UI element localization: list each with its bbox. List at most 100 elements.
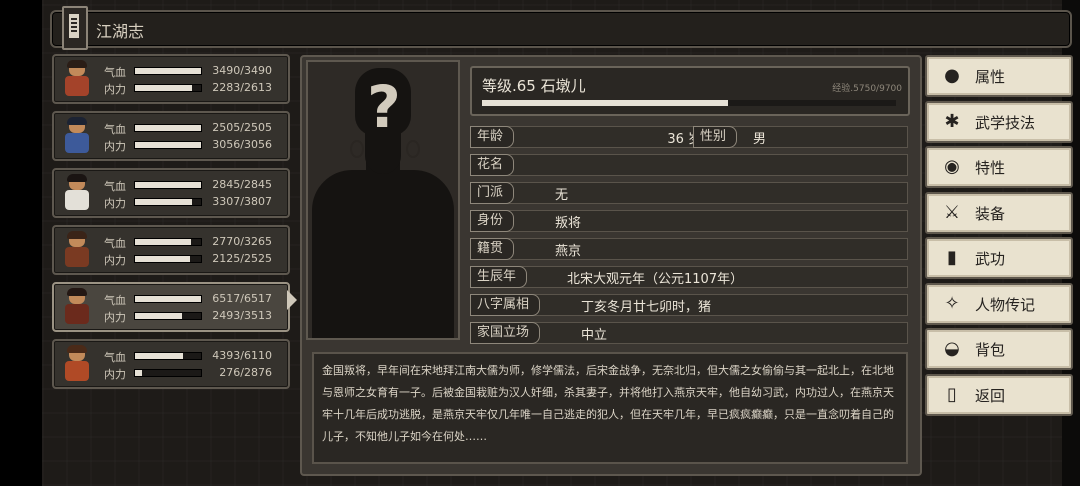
info-value: 男: [753, 132, 767, 147]
avatar-hair: [67, 288, 87, 296]
info-row: 家国立场 中立: [470, 322, 908, 344]
trait-icon: ◉: [944, 156, 960, 177]
menu-label: 特性: [975, 159, 1006, 177]
info-label: 性别: [693, 126, 738, 148]
level-name: 等级.65 石墩儿: [482, 77, 586, 95]
mp-label: 内力: [104, 83, 126, 96]
hp-value: 2770/3265: [212, 235, 272, 248]
avatar-body: [65, 133, 89, 153]
menu-button[interactable]: ▮ 武功: [925, 237, 1073, 279]
mp-bar: [134, 369, 202, 377]
mp-bar-fill: [135, 142, 201, 148]
mp-bar-fill: [135, 370, 142, 376]
mp-value: 2283/2613: [212, 81, 272, 94]
book-icon: ▮: [947, 247, 957, 268]
unknown-question-icon: ?: [367, 73, 401, 141]
member-avatar: [60, 117, 94, 155]
party-member-card[interactable]: 气血 2845/2845 内力 3307/3807: [52, 168, 290, 218]
info-label: 八字属相: [470, 294, 541, 316]
info-label: 花名: [470, 154, 515, 176]
mp-bar: [134, 198, 202, 206]
hp-bar-fill: [135, 239, 192, 245]
info-value: 燕京: [555, 244, 582, 259]
mp-bar: [134, 312, 202, 320]
menu-label: 属性: [975, 68, 1006, 86]
avatar-body: [65, 190, 89, 210]
info-value: 中立: [581, 328, 608, 343]
hp-bar-fill: [135, 353, 183, 359]
character-portrait: ?: [306, 60, 460, 340]
info-label: 门派: [470, 182, 515, 204]
info-row: 八字属相 丁亥冬月廿七卯时，猪: [470, 294, 908, 316]
book-icon: [62, 6, 88, 50]
exp-text: 经验.5750/9700: [832, 84, 902, 94]
mp-value: 276/2876: [219, 366, 272, 379]
party-member-card[interactable]: 气血 3490/3490 内力 2283/2613: [52, 54, 290, 104]
info-label: 家国立场: [470, 322, 541, 344]
mp-label: 内力: [104, 311, 126, 324]
exp-bar-fill: [482, 100, 728, 106]
martial-skill-icon: ✱: [944, 110, 960, 132]
avatar-hair: [67, 117, 87, 125]
earring-icon: [350, 140, 364, 158]
door-icon: ▯: [947, 383, 957, 405]
hp-bar: [134, 238, 202, 246]
hp-bar: [134, 295, 202, 303]
earring-icon: [406, 140, 420, 158]
hp-bar: [134, 67, 202, 75]
party-member-card[interactable]: 气血 2770/3265 内力 2125/2525: [52, 225, 290, 275]
mp-value: 3307/3807: [212, 195, 272, 208]
hp-label: 气血: [104, 294, 126, 307]
mp-bar: [134, 255, 202, 263]
member-avatar: [60, 345, 94, 383]
mp-label: 内力: [104, 197, 126, 210]
hp-bar-fill: [135, 125, 201, 131]
hp-bar-fill: [135, 182, 201, 188]
menu-label: 背包: [975, 341, 1006, 359]
menu-button[interactable]: ◉ 特性: [925, 146, 1073, 188]
menu-button[interactable]: ✧ 人物传记: [925, 282, 1073, 325]
hp-value: 4393/6110: [212, 349, 272, 362]
menu-button[interactable]: ● 属性: [925, 55, 1073, 97]
title-bar: 江湖志: [50, 6, 1072, 50]
hp-bar-fill: [135, 296, 201, 302]
menu-button[interactable]: ⚔ 装备: [925, 191, 1073, 234]
exp-bar: [482, 100, 896, 106]
hp-bar-fill: [135, 68, 201, 74]
hp-label: 气血: [104, 237, 126, 250]
biography-text: 金国叛将，早年间在宋地拜江南大儒为师，修学儒法，后宋金战争，无奈北归，但大儒之女…: [322, 364, 894, 443]
menu-label: 装备: [975, 204, 1006, 223]
member-avatar: [60, 174, 94, 212]
info-row: 籍贯 燕京: [470, 238, 908, 260]
mp-label: 内力: [104, 254, 126, 267]
party-member-card[interactable]: 气血 2505/2505 内力 3056/3056: [52, 111, 290, 161]
hp-bar: [134, 181, 202, 189]
menu-button[interactable]: ▯ 返回: [925, 373, 1073, 416]
mp-label: 内力: [104, 140, 126, 153]
silhouette-body: [312, 170, 454, 338]
level-box: 等级.65 石墩儿 经验.5750/9700: [470, 66, 910, 116]
menu-button[interactable]: ✱ 武学技法: [925, 100, 1073, 143]
info-value: 叛将: [555, 216, 582, 231]
party-member-card[interactable]: 气血 6517/6517 内力 2493/3513: [52, 282, 290, 332]
party-member-card[interactable]: 气血 4393/6110 内力 276/2876: [52, 339, 290, 389]
hp-label: 气血: [104, 351, 126, 364]
mp-bar-fill: [135, 313, 182, 319]
biography-box: 金国叛将，早年间在宋地拜江南大儒为师，修学儒法，后宋金战争，无奈北归，但大儒之女…: [312, 352, 908, 464]
mp-bar-fill: [135, 199, 193, 205]
avatar-hair: [67, 60, 87, 68]
member-avatar: [60, 60, 94, 98]
mp-bar-fill: [135, 85, 193, 91]
member-avatar: [60, 288, 94, 326]
menu-label: 返回: [975, 386, 1006, 405]
info-value: 无: [555, 188, 569, 203]
avatar-hair: [67, 345, 87, 353]
info-value: 36 岁: [667, 132, 701, 147]
menu-button[interactable]: ◒ 背包: [925, 328, 1073, 370]
mp-bar: [134, 141, 202, 149]
bag-icon: ◒: [944, 338, 960, 359]
biography-icon: ✧: [944, 292, 960, 314]
mp-bar: [134, 84, 202, 92]
info-label: 年龄: [470, 126, 515, 148]
info-row: 花名: [470, 154, 908, 176]
